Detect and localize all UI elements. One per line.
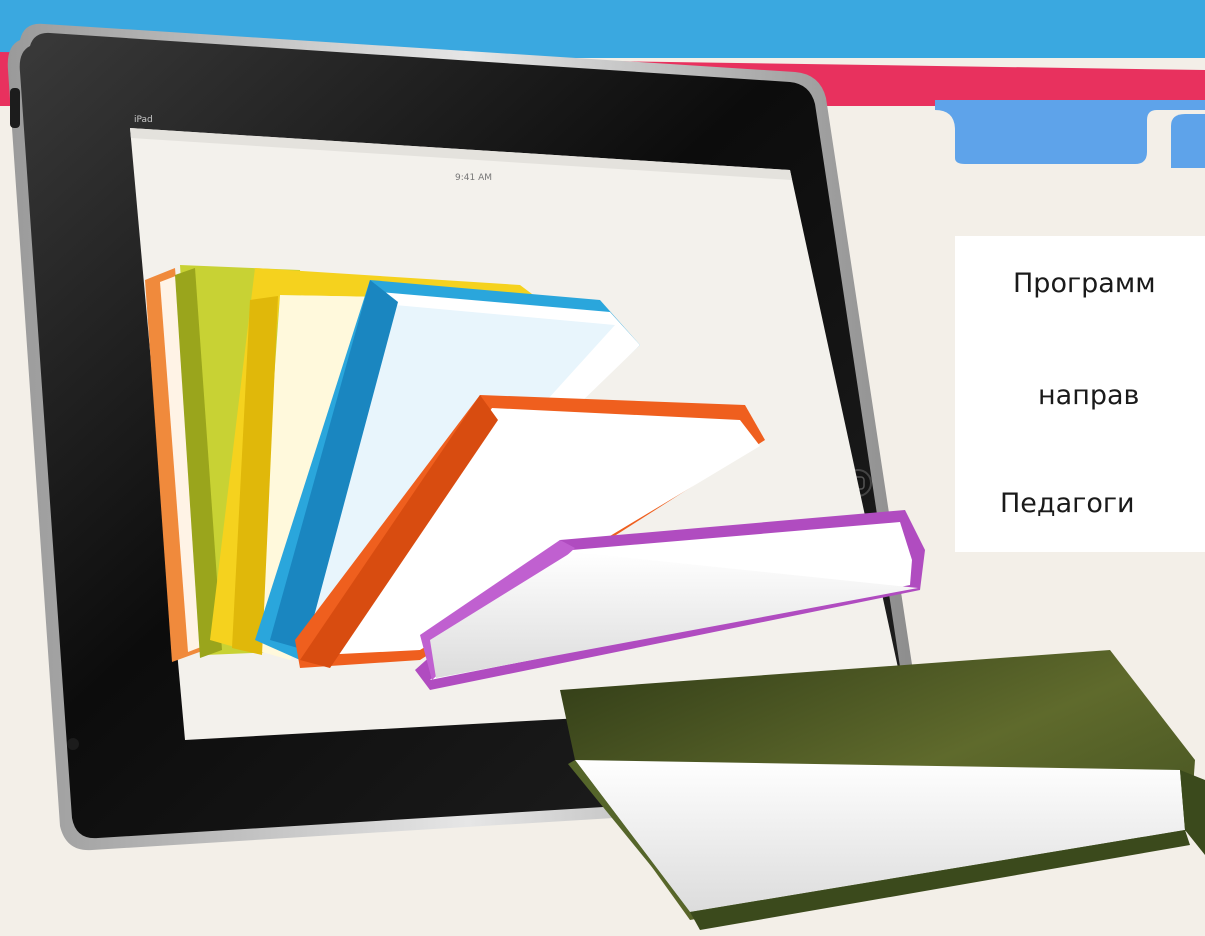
text-line-3: Педагоги [1000,488,1135,519]
text-line-2: направ [1038,380,1140,411]
status-time: 9:41 AM [455,173,492,183]
slide-canvas: iPad 9:41 AM Программ направ Педагоги [0,0,1205,936]
text-line-1: Программ [1013,268,1156,299]
text-panel: Программ направ Педагоги [955,236,1205,552]
status-left: iPad [134,115,153,125]
